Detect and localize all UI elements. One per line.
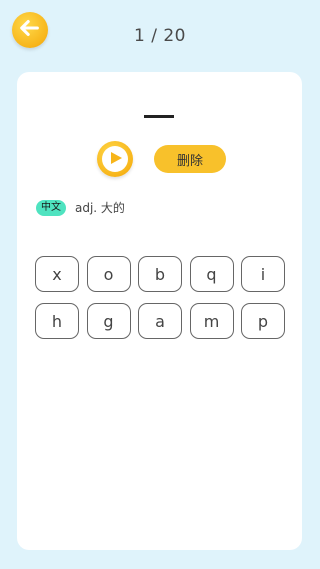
top-bar: 1 / 20 xyxy=(0,0,320,70)
language-badge: 中文 xyxy=(36,199,66,216)
key-row: h g a m p xyxy=(35,303,285,339)
letter-key[interactable]: h xyxy=(35,303,79,339)
delete-button[interactable]: 删除 xyxy=(154,145,226,173)
letter-key[interactable]: b xyxy=(138,256,182,292)
letter-key[interactable]: m xyxy=(189,303,234,339)
question-card: 删除 中文 adj. 大的 x o b q i h g a m p xyxy=(17,72,302,550)
key-row: x o b q i xyxy=(35,256,285,292)
answer-slot xyxy=(144,115,174,118)
definition-text: adj. 大的 xyxy=(75,201,125,215)
letter-key[interactable]: i xyxy=(241,256,285,292)
progress-counter: 1 / 20 xyxy=(134,26,186,46)
letter-key[interactable]: p xyxy=(241,303,285,339)
letter-key[interactable]: g xyxy=(86,303,131,339)
word-meaning: 中文 adj. 大的 xyxy=(36,199,125,216)
letter-key[interactable]: o xyxy=(86,256,131,292)
letter-key[interactable]: a xyxy=(138,303,182,339)
letter-key[interactable]: q xyxy=(189,256,234,292)
letter-keyboard: x o b q i h g a m p xyxy=(35,256,285,350)
play-icon xyxy=(107,150,123,169)
letter-key[interactable]: x xyxy=(35,256,79,292)
play-audio-button[interactable] xyxy=(97,141,133,177)
